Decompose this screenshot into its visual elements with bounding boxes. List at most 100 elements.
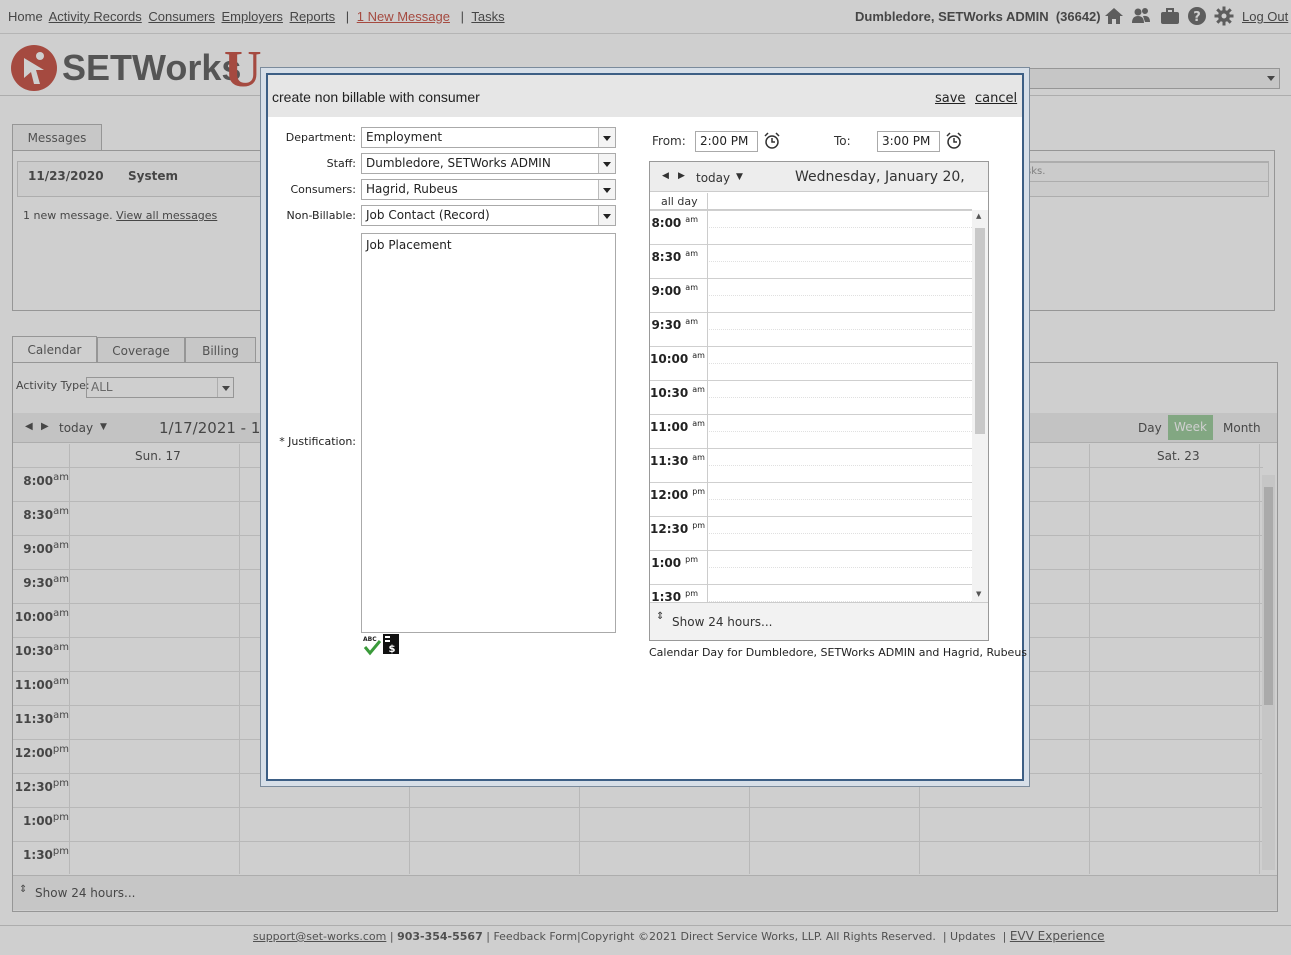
day-hour-label: 9:00 [651,284,682,298]
all-day-label: all day [661,195,698,208]
day-hour-row[interactable]: 10:30 am [650,380,972,414]
day-meridiem-label: am [692,351,705,360]
department-select[interactable]: Employment [361,127,616,148]
non-billable-label: Non-Billable: [286,209,356,222]
to-time-input[interactable]: 3:00 PM [877,131,940,152]
day-meridiem-label: pm [685,589,698,598]
day-hour-label: 9:30 [651,318,682,332]
day-hour-label: 1:00 [651,556,682,570]
alarm-clock-icon[interactable] [945,132,963,150]
day-calendar: ◀ ▶ today ▼ Wednesday, January 20, all d… [649,161,989,641]
chevron-down-icon[interactable] [598,154,615,173]
prev-day-icon[interactable]: ◀ [662,171,669,181]
day-hour-row[interactable]: 9:30 am [650,312,972,346]
day-hour-row[interactable]: 8:00 am [650,210,972,244]
day-hour-label-group: 10:30 am [650,385,705,400]
all-day-row[interactable]: all day [650,193,972,210]
day-meridiem-label: am [685,317,698,326]
staff-value: Dumbledore, SETWorks ADMIN [366,156,551,170]
day-hour-label: 10:00 [650,352,689,366]
day-hour-row[interactable]: 11:30 am [650,448,972,482]
day-meridiem-label: am [692,453,705,462]
day-meridiem-label: pm [692,521,706,530]
half-hour-line [707,329,972,330]
half-hour-line [707,431,972,432]
chevron-down-icon[interactable]: ▼ [736,172,743,182]
billing-document-icon[interactable]: $ [382,633,400,655]
calendar-caption: Calendar Day for Dumbledore, SETWorks AD… [649,646,1028,659]
half-hour-line [707,363,972,364]
expand-icon[interactable]: ⇕ [656,611,664,622]
staff-label: Staff: [326,157,356,170]
day-hour-row[interactable]: 12:30 pm [650,516,972,550]
day-hour-label: 8:00 [651,216,682,230]
day-today-button[interactable]: today [696,171,730,185]
staff-select[interactable]: Dumbledore, SETWorks ADMIN [361,153,616,174]
day-calendar-scrollbar[interactable]: ▲ ▼ [972,210,988,602]
day-meridiem-label: am [685,249,698,258]
day-meridiem-label: am [692,385,705,394]
half-hour-line [707,567,972,568]
alarm-clock-icon[interactable] [763,132,781,150]
svg-text:$: $ [389,644,396,655]
dialog-header: create non billable with consumer save c… [268,75,1022,117]
day-meridiem-label: am [685,215,698,224]
half-hour-line [707,295,972,296]
non-billable-value: Job Contact (Record) [366,208,490,222]
day-hour-label-group: 9:30 am [650,317,698,332]
dialog-title: create non billable with consumer [272,89,480,105]
day-meridiem-label: am [685,283,698,292]
day-hour-label-group: 11:00 am [650,419,705,434]
day-hour-label: 10:30 [650,386,689,400]
half-hour-line [707,261,972,262]
consumers-select[interactable]: Hagrid, Rubeus [361,179,616,200]
spellcheck-icon[interactable]: ABC [362,634,382,656]
day-hour-row[interactable]: 12:00 pm [650,482,972,516]
chevron-down-icon[interactable] [598,180,615,199]
from-time-input[interactable]: 2:00 PM [695,131,758,152]
day-hour-label-group: 1:00 pm [650,555,698,570]
save-button[interactable]: save [935,91,965,106]
scrollbar-thumb[interactable] [975,228,985,434]
non-billable-select[interactable]: Job Contact (Record) [361,205,616,226]
chevron-down-icon[interactable] [598,206,615,225]
dialog-body: create non billable with consumer save c… [266,73,1028,781]
day-hour-label-group: 10:00 am [650,351,705,366]
day-hour-row[interactable]: 8:30 am [650,244,972,278]
half-hour-line [707,465,972,466]
day-hour-label-group: 11:30 am [650,453,705,468]
scroll-down-icon[interactable]: ▼ [976,590,981,598]
day-hour-label-group: 9:00 am [650,283,698,298]
department-value: Employment [366,130,443,144]
day-hour-label: 8:30 [651,250,682,264]
next-day-icon[interactable]: ▶ [678,171,685,181]
chevron-down-icon[interactable] [598,128,615,147]
day-hour-label-group: 12:30 pm [650,521,705,536]
day-meridiem-label: am [692,419,705,428]
half-hour-line [707,533,972,534]
day-hour-row[interactable]: 10:00 am [650,346,972,380]
day-hour-label: 12:00 [650,488,689,502]
scroll-up-icon[interactable]: ▲ [976,212,981,220]
day-meridiem-label: pm [692,487,706,496]
day-calendar-footer: ⇕ Show 24 hours... [650,602,988,640]
day-hour-label: 11:30 [650,454,689,468]
justification-textarea[interactable]: Job Placement [361,233,616,633]
day-hour-label: 12:30 [650,522,689,536]
day-show-24-hours[interactable]: Show 24 hours... [672,615,772,629]
day-hour-label-group: 12:00 pm [650,487,705,502]
day-hour-label-group: 8:00 am [650,215,698,230]
svg-text:ABC: ABC [363,636,377,643]
consumers-value: Hagrid, Rubeus [366,182,458,196]
day-hour-label: 11:00 [650,420,689,434]
day-hour-row[interactable]: 9:00 am [650,278,972,312]
cancel-button[interactable]: cancel [975,91,1017,106]
day-hour-row[interactable]: 11:00 am [650,414,972,448]
day-calendar-toolbar: ◀ ▶ today ▼ Wednesday, January 20, [650,162,988,192]
half-hour-line [707,227,972,228]
consumers-label: Consumers: [290,183,356,196]
day-hour-row[interactable]: 1:00 pm [650,550,972,584]
half-hour-line [707,499,972,500]
day-meridiem-label: pm [685,555,698,564]
half-hour-line [707,397,972,398]
